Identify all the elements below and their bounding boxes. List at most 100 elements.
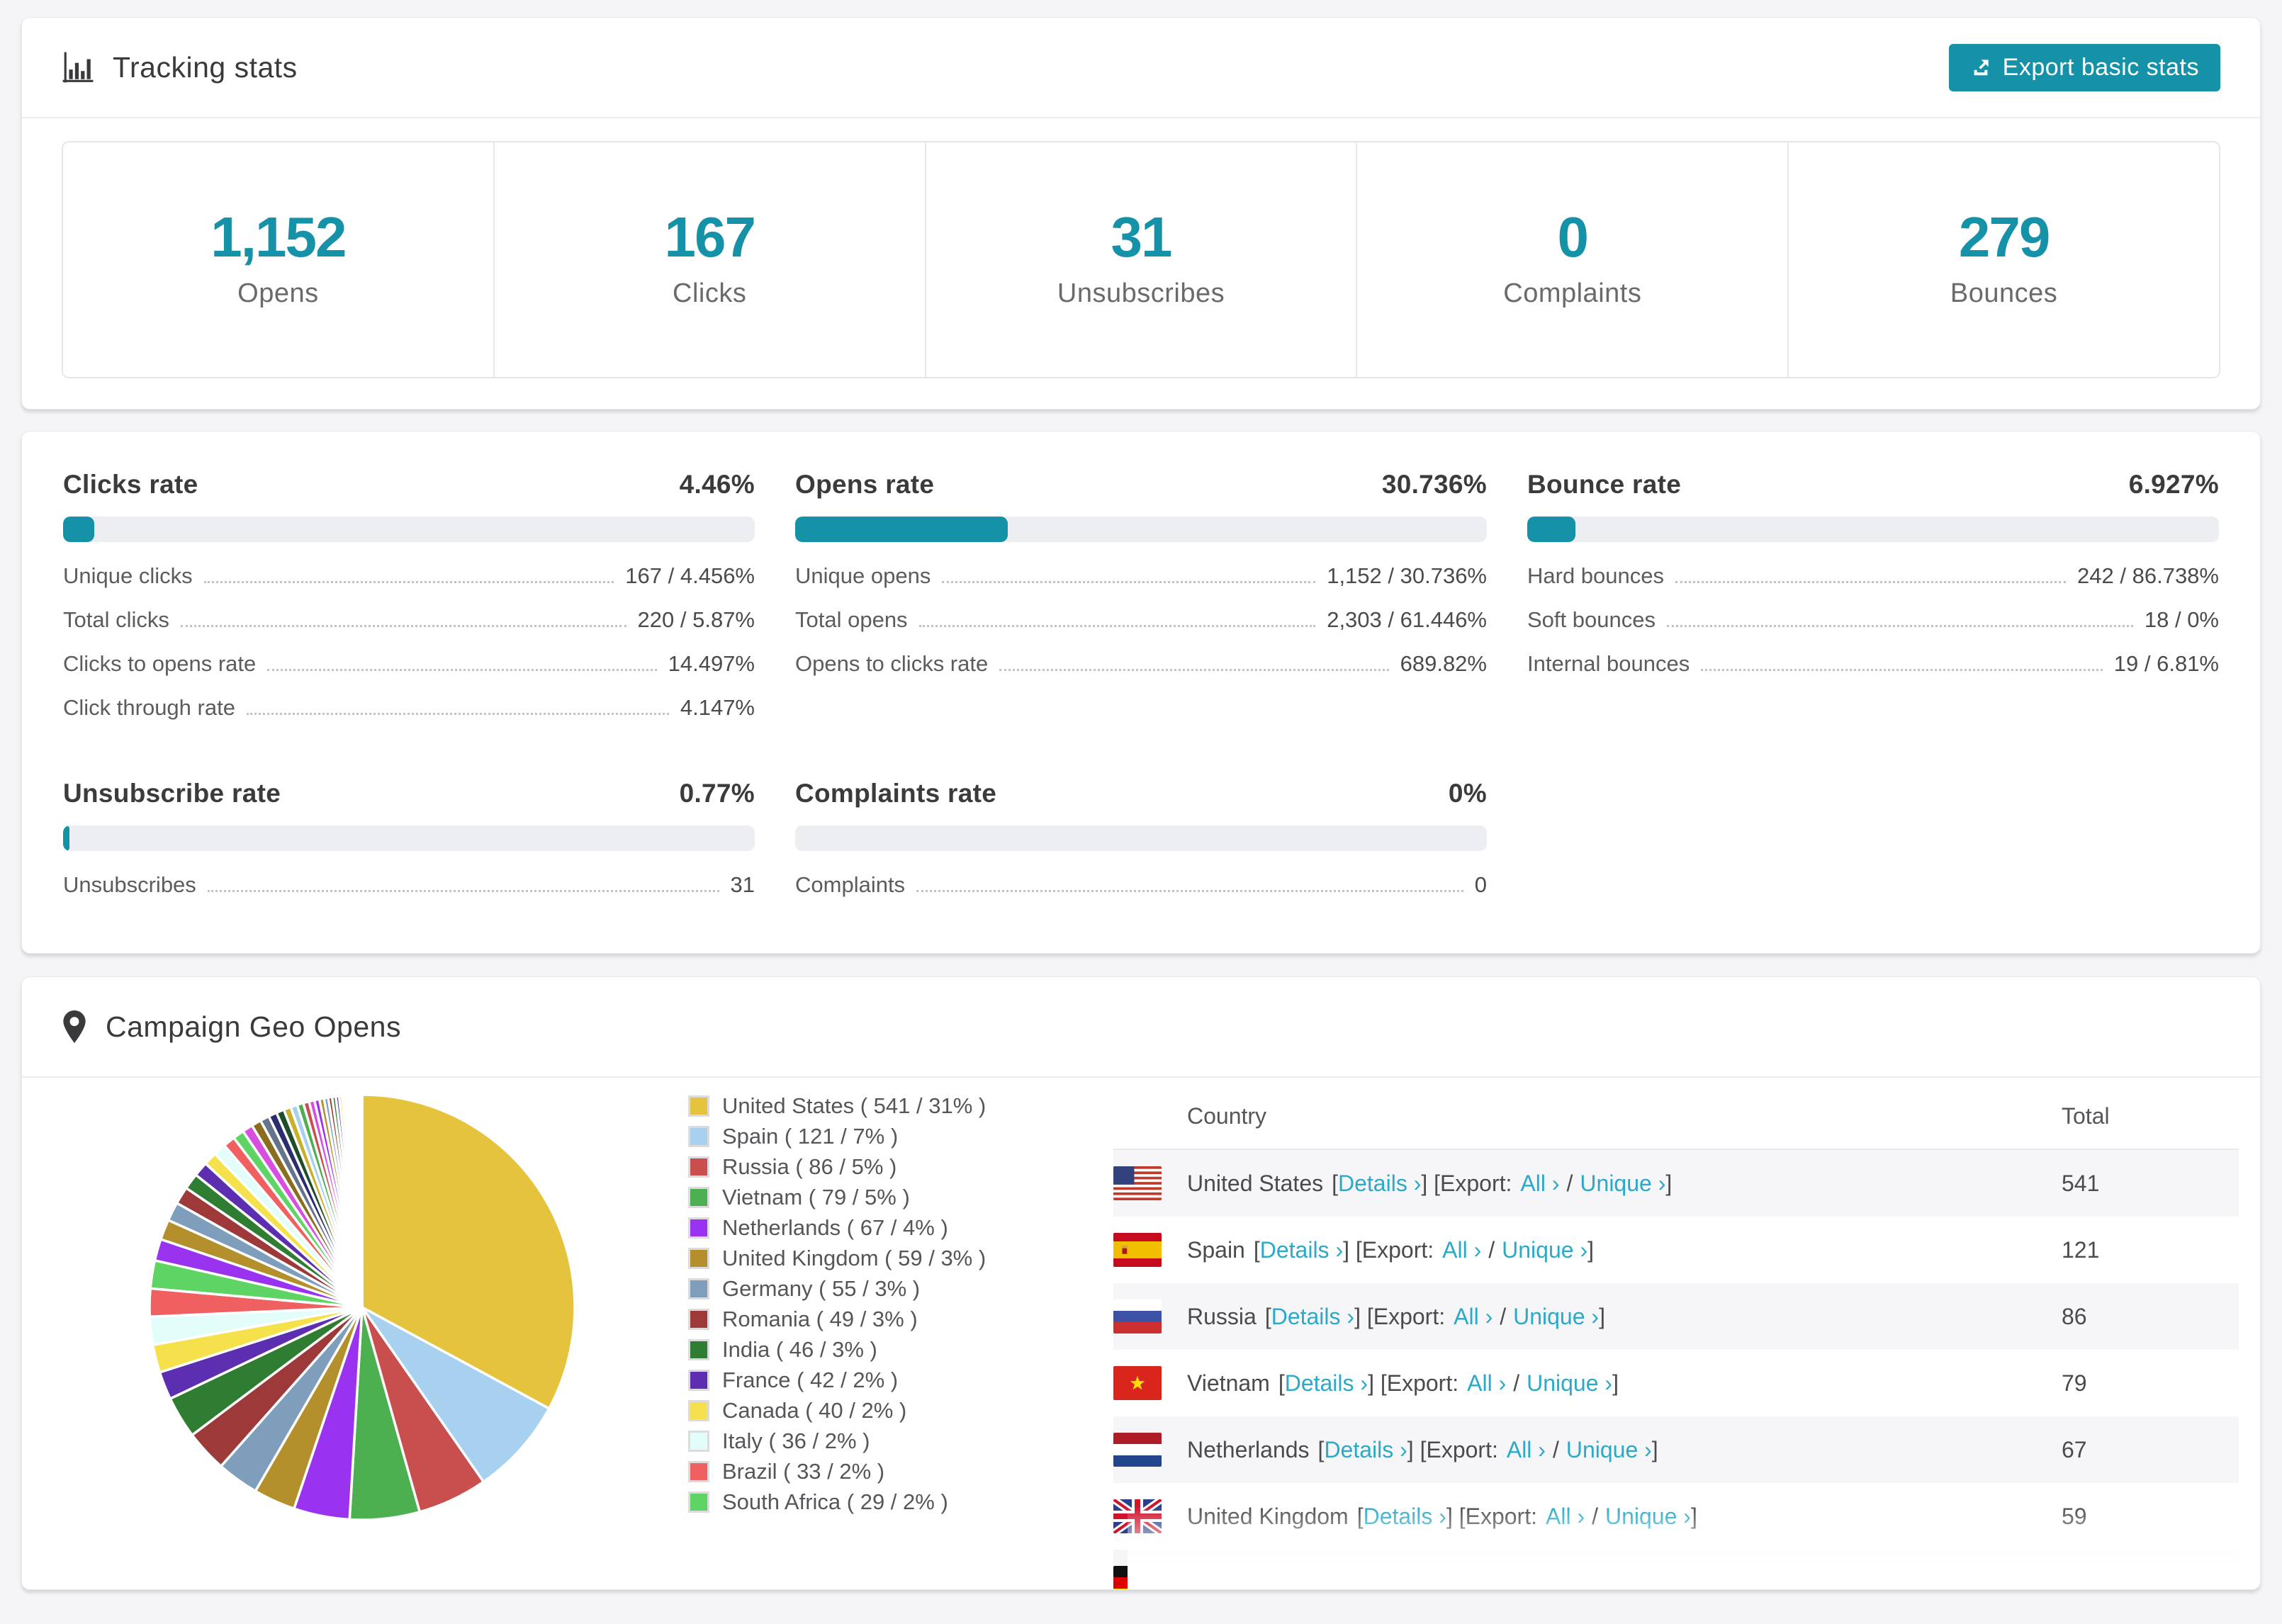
legend-label: Romania ( 49 / 3% ) <box>722 1306 918 1331</box>
metric-label: Total clicks <box>63 607 169 632</box>
geo-header: Campaign Geo Opens <box>22 977 2260 1078</box>
legend-item[interactable]: France ( 42 / 2% ) <box>688 1365 1085 1395</box>
export-all-link[interactable]: All › <box>1546 1504 1585 1529</box>
country-total: 121 <box>2062 1236 2100 1263</box>
column-header-country: Country <box>1187 1103 1267 1129</box>
legend-item[interactable]: Russia ( 86 / 5% ) <box>688 1151 1085 1182</box>
country-flag-icon <box>1113 1366 1162 1400</box>
details-link[interactable]: Details › <box>1364 1504 1446 1529</box>
legend-label: France ( 42 / 2% ) <box>722 1367 899 1392</box>
export-unique-link[interactable]: Unique › <box>1566 1437 1652 1462</box>
rate-value: 0.77% <box>679 779 755 808</box>
metric-value: 2,303 / 61.446% <box>1327 607 1487 632</box>
progress-bar <box>63 825 755 851</box>
country-cell: Netherlands [Details ›] [Export: All › / Uni… <box>1187 1436 1658 1462</box>
export-unique-link[interactable]: Unique › <box>1605 1504 1691 1529</box>
country-flag-icon <box>1113 1566 1162 1589</box>
stat-value: 279 <box>1958 205 2050 269</box>
country-name: Russia <box>1187 1303 1257 1329</box>
export-unique-link[interactable]: Unique › <box>1502 1237 1587 1263</box>
rate-value: 0% <box>1448 779 1487 808</box>
legend-label: Vietnam ( 79 / 5% ) <box>722 1184 910 1209</box>
metric-label: Total opens <box>795 607 908 632</box>
rate-panel: Complaints rate 0% Complaints 0 <box>795 779 1487 898</box>
export-unique-link[interactable]: Unique › <box>1527 1370 1612 1396</box>
metric-label: Unique opens <box>795 563 931 588</box>
metric-label: Complaints <box>795 872 906 897</box>
metric-row: Internal bounces 19 / 6.81% <box>1527 651 2219 677</box>
rate-rows: Unsubscribes 31 <box>63 872 755 898</box>
table-row: Netherlands [Details ›] [Export: All › / Uni… <box>1113 1416 2239 1483</box>
details-link[interactable]: Details › <box>1285 1370 1368 1396</box>
dotted-leader <box>942 581 1316 583</box>
geo-table: Country Total United States [Details ›] [… <box>1113 1083 2239 1590</box>
legend-item[interactable]: Romania ( 49 / 3% ) <box>688 1304 1085 1334</box>
details-link[interactable]: Details › <box>1324 1437 1407 1462</box>
metric-row: Complaints 0 <box>795 872 1487 898</box>
legend-item[interactable]: Spain ( 121 / 7% ) <box>688 1121 1085 1151</box>
dotted-leader <box>246 713 669 715</box>
metric-value: 18 / 0% <box>2144 607 2219 632</box>
legend-item[interactable]: Germany ( 55 / 3% ) <box>688 1273 1085 1304</box>
rate-rows: Hard bounces 242 / 86.738% Soft bounces … <box>1527 563 2219 677</box>
legend-item[interactable]: United States ( 541 / 31% ) <box>688 1090 1085 1121</box>
stats-strip-wrap: 1,152 Opens 167 Clicks 31 Unsubscribes 0… <box>22 118 2260 378</box>
legend-item[interactable]: Vietnam ( 79 / 5% ) <box>688 1182 1085 1212</box>
legend-item[interactable]: Italy ( 36 / 2% ) <box>688 1426 1085 1456</box>
stat-value: 0 <box>1557 205 1589 269</box>
export-all-link[interactable]: All › <box>1520 1171 1559 1196</box>
legend-item[interactable]: South Africa ( 29 / 2% ) <box>688 1487 1085 1517</box>
country-cell: Spain [Details ›] [Export: All › / Unique ›] <box>1187 1236 1594 1263</box>
rate-rows: Unique opens 1,152 / 30.736% Total opens… <box>795 563 1487 677</box>
legend-swatch <box>688 1338 709 1360</box>
export-unique-link[interactable]: Unique › <box>1580 1171 1665 1196</box>
export-unique-link[interactable]: Unique › <box>1537 1570 1623 1590</box>
stat-value: 167 <box>664 205 755 269</box>
export-all-link[interactable]: All › <box>1478 1570 1517 1590</box>
rate-title: Bounce rate <box>1527 470 1682 499</box>
export-unique-link[interactable]: Unique › <box>1513 1304 1599 1329</box>
metric-value: 1,152 / 30.736% <box>1327 563 1487 588</box>
stat-value: 31 <box>1111 205 1173 269</box>
stat-cell: 279 Bounces <box>1787 142 2219 377</box>
metric-value: 167 / 4.456% <box>625 563 755 588</box>
legend-item[interactable]: Brazil ( 33 / 2% ) <box>688 1456 1085 1487</box>
rate-head: Unsubscribe rate 0.77% <box>63 779 755 808</box>
export-prefix: [Export: <box>1380 1370 1459 1396</box>
legend-swatch <box>688 1247 709 1269</box>
export-icon <box>1970 57 1991 78</box>
details-link[interactable]: Details › <box>1295 1570 1378 1590</box>
legend-swatch <box>688 1278 709 1299</box>
table-row: Vietnam [Details ›] [Export: All › / Unique … <box>1113 1350 2239 1416</box>
details-link[interactable]: Details › <box>1338 1171 1421 1196</box>
metric-value: 689.82% <box>1400 651 1487 676</box>
export-all-link[interactable]: All › <box>1467 1370 1506 1396</box>
progress-bar-fill <box>795 517 1008 542</box>
details-link[interactable]: Details › <box>1271 1304 1354 1329</box>
metric-label: Click through rate <box>63 695 235 720</box>
export-basic-stats-button[interactable]: Export basic stats <box>1948 43 2220 91</box>
progress-bar-fill <box>1527 517 1575 542</box>
legend-swatch <box>688 1125 709 1147</box>
export-all-link[interactable]: All › <box>1507 1437 1546 1462</box>
export-all-link[interactable]: All › <box>1442 1237 1481 1263</box>
progress-bar <box>63 517 755 542</box>
legend-item[interactable]: Canada ( 40 / 2% ) <box>688 1395 1085 1426</box>
export-all-link[interactable]: All › <box>1454 1304 1493 1329</box>
geo-pie-chart[interactable] <box>142 1088 582 1527</box>
country-flag-icon <box>1113 1433 1162 1467</box>
dotted-leader <box>999 669 1389 671</box>
country-total: 86 <box>2062 1303 2087 1329</box>
legend-item[interactable]: United Kingdom ( 59 / 3% ) <box>688 1243 1085 1273</box>
dotted-leader <box>916 890 1463 892</box>
legend-label: Canada ( 40 / 2% ) <box>722 1397 907 1423</box>
legend-label: United States ( 541 / 31% ) <box>722 1093 987 1118</box>
details-link[interactable]: Details › <box>1260 1237 1343 1263</box>
rate-panel: Clicks rate 4.46% Unique clicks 167 / 4.… <box>63 470 755 721</box>
legend-item[interactable]: India ( 46 / 3% ) <box>688 1334 1085 1365</box>
legend-swatch <box>688 1399 709 1421</box>
map-pin-icon <box>62 1010 87 1044</box>
metric-value: 14.497% <box>668 651 755 676</box>
legend-item[interactable]: Netherlands ( 67 / 4% ) <box>688 1212 1085 1243</box>
pie-slice[interactable] <box>360 1093 364 1308</box>
